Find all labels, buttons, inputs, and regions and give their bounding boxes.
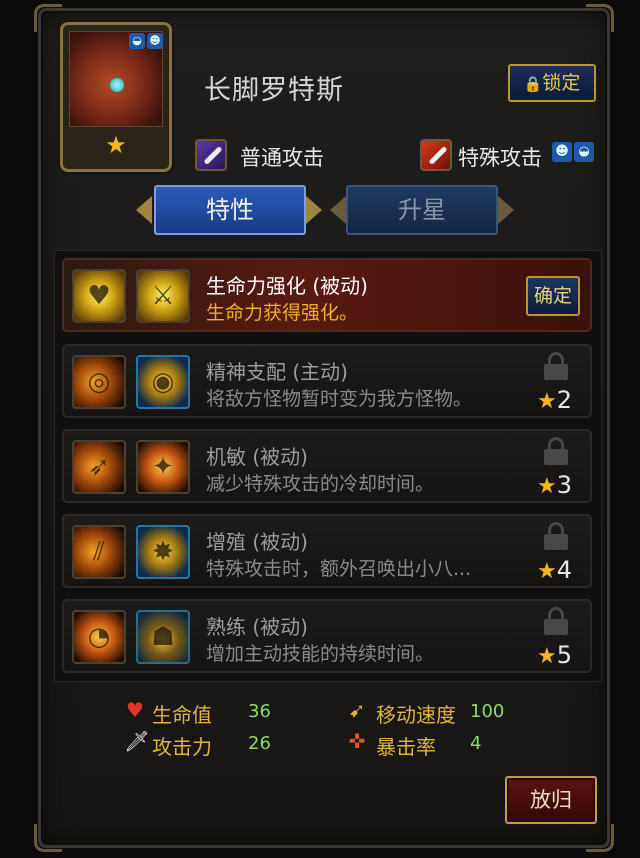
lock-icon (544, 607, 568, 635)
required-stars: ★4 (536, 556, 572, 584)
frame-corner (586, 824, 614, 852)
lock-icon (544, 437, 568, 465)
trait-description: 生命力获得强化。 (206, 302, 359, 324)
water-element-icon: ◒ (574, 142, 594, 162)
padlock-icon: 🔒 (523, 75, 543, 93)
trait-description: 特殊攻击时，额外召唤出小八... (206, 558, 472, 580)
star-icon: ★ (536, 474, 557, 499)
required-stars: ★3 (536, 471, 572, 499)
frame-corner (34, 4, 62, 32)
special-attack-element-badges: ☻ ◒ (552, 142, 594, 162)
attack-label: 攻击力 (152, 735, 212, 759)
tab-arrow-right-icon (306, 196, 322, 224)
required-stars: ★5 (536, 641, 572, 669)
flame-dash-icon: ✦ (136, 440, 190, 494)
normal-attack-icon[interactable] (195, 139, 227, 171)
trait-item[interactable]: ◔ ☗ 熟练 (被动) 增加主动技能的持续时间。 ★5 (62, 599, 592, 673)
tab-arrow-left-icon (330, 196, 346, 224)
sword-buff-icon: ⚔ (136, 269, 190, 323)
mask-element-icon: ☻ (147, 33, 163, 49)
monster-eye (110, 78, 124, 92)
star-rank-icon: ★ (105, 131, 127, 159)
trait-title: 增殖 (被动) (206, 530, 308, 554)
element-badges: ◒ ☻ (129, 33, 163, 49)
required-stars: ★2 (536, 386, 572, 414)
normal-attack-label: 普通攻击 (240, 146, 324, 170)
tab-arrow-left-icon (136, 196, 152, 224)
lock-button-label: 锁定 (542, 72, 581, 94)
frame-corner (34, 824, 62, 852)
boot-icon: ➹ (348, 698, 366, 722)
swirl-eye-icon: ◔ (72, 610, 126, 664)
trait-title: 熟练 (被动) (206, 615, 308, 639)
trait-item[interactable]: ♥ ⚔ 生命力强化 (被动) 生命力获得强化。 确定 (62, 258, 592, 332)
heart-buff-icon: ♥ (72, 269, 126, 323)
trait-description: 将敌方怪物暂时变为我方怪物。 (206, 388, 473, 410)
frame-corner (586, 4, 614, 32)
move-speed-value: 100 (470, 701, 505, 722)
tab-traits[interactable]: 特性 (154, 185, 306, 235)
special-attack-icon[interactable] (420, 139, 452, 171)
star-icon: ★ (536, 389, 557, 414)
confirm-button[interactable]: 确定 (526, 276, 580, 316)
heart-icon: ♥ (126, 698, 144, 722)
monster-face-icon: ☗ (136, 610, 190, 664)
trait-item[interactable]: ◎ ◉ 精神支配 (主动) 将敌方怪物暂时变为我方怪物。 ★2 (62, 344, 592, 418)
hero-name: 长脚罗特斯 (204, 75, 344, 106)
star-icon: ★ (536, 559, 557, 584)
trait-description: 减少特殊攻击的冷却时间。 (206, 473, 435, 495)
release-button[interactable]: 放归 (505, 776, 597, 824)
crit-rate-value: 4 (470, 733, 482, 754)
eye-control-icon: ◉ (136, 355, 190, 409)
trait-item[interactable]: ➶ ✦ 机敏 (被动) 减少特殊攻击的冷却时间。 ★3 (62, 429, 592, 503)
lock-icon (544, 352, 568, 380)
summon-burst-icon: ✸ (136, 525, 190, 579)
trait-title: 机敏 (被动) (206, 445, 308, 469)
crit-rate-label: 暴击率 (376, 735, 436, 759)
hero-portrait-card[interactable]: ◒ ☻ ★ (60, 22, 172, 172)
crit-icon: ✜ (348, 729, 366, 753)
claw-slash-icon: ⫽ (72, 525, 126, 579)
move-speed-label: 移动速度 (376, 703, 456, 727)
arrows-icon: ➶ (72, 440, 126, 494)
hp-value: 36 (248, 701, 271, 722)
lock-button[interactable]: 🔒锁定 (508, 64, 596, 102)
attack-value: 26 (248, 733, 271, 754)
water-element-icon: ◒ (129, 33, 145, 49)
trait-title: 精神支配 (主动) (206, 360, 348, 384)
sword-icon: 🗡 (124, 729, 150, 753)
hp-label: 生命值 (152, 703, 212, 727)
mask-element-icon: ☻ (552, 142, 572, 162)
vortex-icon: ◎ (72, 355, 126, 409)
star-icon: ★ (536, 644, 557, 669)
tab-arrow-right-icon (498, 196, 514, 224)
trait-title: 生命力强化 (被动) (206, 274, 368, 298)
trait-item[interactable]: ⫽ ✸ 增殖 (被动) 特殊攻击时，额外召唤出小八... ★4 (62, 514, 592, 588)
special-attack-label: 特殊攻击 (458, 146, 542, 170)
trait-description: 增加主动技能的持续时间。 (206, 643, 435, 665)
tab-star-upgrade[interactable]: 升星 (346, 185, 498, 235)
lock-icon (544, 522, 568, 550)
